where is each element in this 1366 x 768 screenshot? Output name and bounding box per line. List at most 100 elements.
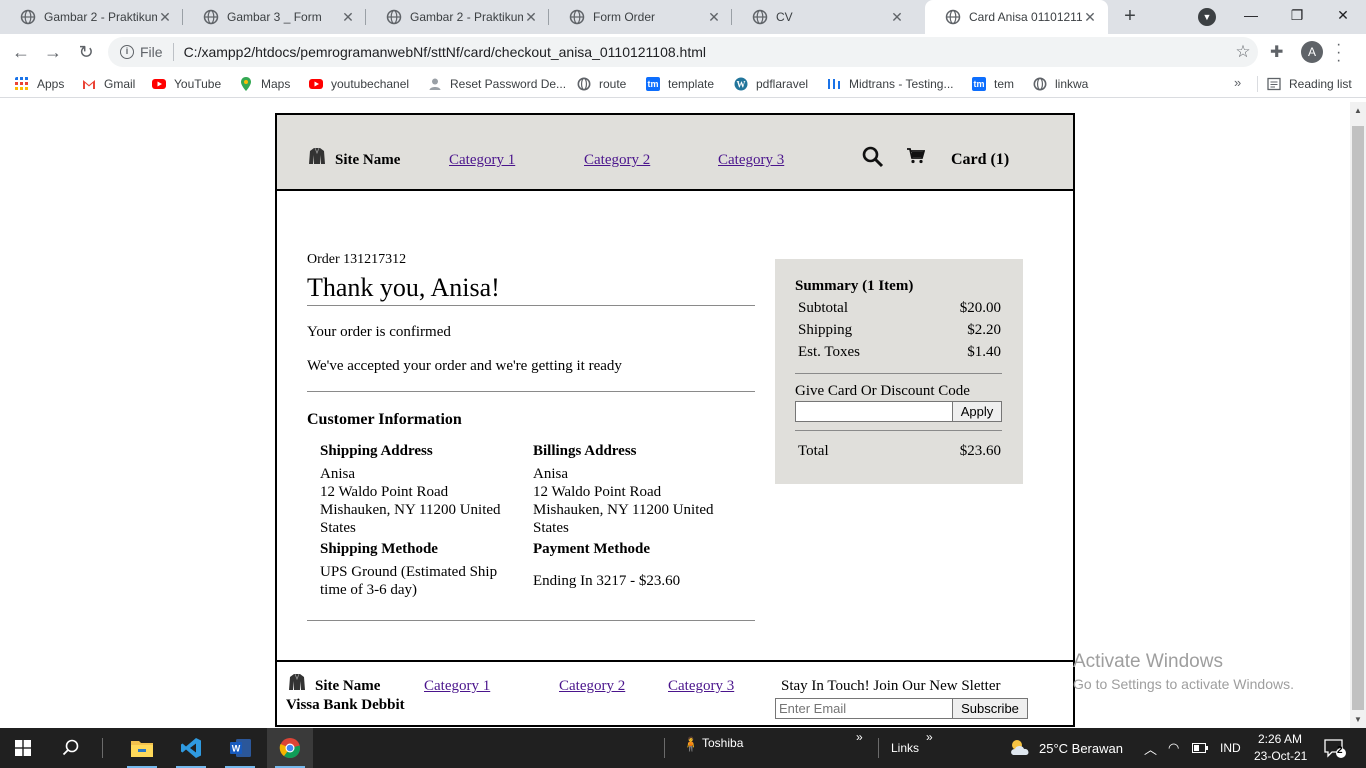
shipping-address-heading: Shipping Address bbox=[320, 443, 433, 459]
bookmark-label: route bbox=[599, 77, 627, 91]
close-icon[interactable]: ✕ bbox=[157, 9, 173, 26]
battery-icon[interactable] bbox=[1192, 743, 1208, 753]
chevron-up-icon[interactable]: ︿ bbox=[1144, 739, 1157, 758]
discount-code-input[interactable] bbox=[795, 401, 953, 422]
bookmark-template[interactable]: tm template bbox=[646, 75, 714, 93]
bookmark-midtrans[interactable]: Midtrans - Testing... bbox=[827, 75, 953, 93]
footer-link-category-2[interactable]: Category 2 bbox=[559, 678, 625, 695]
browser-tab[interactable]: Form Order ✕ bbox=[549, 0, 732, 34]
wifi-icon[interactable]: ◠ bbox=[1168, 740, 1179, 756]
taskbar-search-button[interactable] bbox=[48, 728, 94, 768]
globe-icon bbox=[945, 9, 961, 25]
bookmark-label: template bbox=[668, 77, 715, 91]
maps-pin-icon bbox=[241, 77, 251, 91]
bookmark-apps[interactable]: Apps bbox=[15, 75, 64, 93]
user-icon bbox=[429, 78, 441, 90]
bookmark-reset-password[interactable]: Reset Password De... bbox=[428, 75, 566, 93]
footer-link-category-1[interactable]: Category 1 bbox=[424, 678, 490, 695]
language-indicator[interactable]: IND bbox=[1220, 741, 1241, 755]
subscribe-button[interactable]: Subscribe bbox=[952, 698, 1028, 719]
taskbar-account-label[interactable]: Toshiba bbox=[702, 736, 743, 750]
back-arrow-icon[interactable]: ← bbox=[9, 40, 33, 64]
bookmark-label: YouTube bbox=[174, 77, 222, 91]
taskbar-vscode[interactable] bbox=[168, 728, 214, 768]
tab-title: Gambar 3 _ Form bbox=[227, 10, 322, 24]
midtrans-icon bbox=[828, 79, 840, 89]
bookmark-maps[interactable]: Maps bbox=[239, 75, 290, 93]
taskbar-file-explorer[interactable] bbox=[119, 728, 165, 768]
browser-tab[interactable]: Gambar 3 _ Form ✕ bbox=[183, 0, 366, 34]
apply-button[interactable]: Apply bbox=[952, 401, 1002, 422]
browser-tab[interactable]: CV ✕ bbox=[732, 0, 915, 34]
wordpress-icon: W bbox=[734, 77, 748, 91]
reading-list-label: Reading list bbox=[1289, 77, 1352, 91]
clock-date[interactable]: 23-Oct-21 bbox=[1254, 749, 1307, 763]
close-icon[interactable]: ✕ bbox=[523, 9, 539, 26]
clock-time[interactable]: 2:26 AM bbox=[1258, 732, 1302, 746]
kebab-menu-icon[interactable]: · · · bbox=[1336, 37, 1341, 69]
shipping-city: Mishauken, NY 11200 United States bbox=[320, 502, 501, 536]
nav-link-category-1[interactable]: Category 1 bbox=[449, 152, 515, 169]
close-icon[interactable]: ✕ bbox=[889, 9, 905, 26]
extensions-puzzle-icon[interactable]: ✚ bbox=[1270, 42, 1283, 62]
footer-link-category-3[interactable]: Category 3 bbox=[668, 678, 734, 695]
taskbar-links-label[interactable]: Links bbox=[891, 741, 919, 755]
word-icon: W bbox=[230, 739, 251, 757]
close-icon[interactable]: ✕ bbox=[1082, 9, 1098, 26]
windows-logo-icon bbox=[15, 740, 31, 756]
page-title: Thank you, Anisa! bbox=[307, 273, 500, 302]
bookmark-gmail[interactable]: Gmail bbox=[82, 75, 135, 93]
bookmark-tem[interactable]: tm tem bbox=[972, 75, 1014, 93]
scroll-up-icon[interactable]: ▲ bbox=[1354, 106, 1362, 115]
cart-count-label[interactable]: Card (1) bbox=[951, 151, 1009, 169]
bookmark-linkwa[interactable]: linkwa bbox=[1033, 75, 1088, 93]
jacket-logo-icon bbox=[289, 673, 305, 690]
weather-text[interactable]: 25°C Berawan bbox=[1039, 741, 1123, 756]
bookmark-youtube[interactable]: YouTube bbox=[152, 75, 221, 93]
cart-icon[interactable] bbox=[907, 148, 925, 164]
maximize-button[interactable]: ❐ bbox=[1274, 0, 1320, 30]
chevron-icon[interactable]: » bbox=[926, 730, 933, 744]
browser-tab[interactable]: Gambar 2 - Praktikum ✕ bbox=[0, 0, 183, 34]
footer-brand[interactable]: Site Name bbox=[315, 678, 380, 695]
bookmark-pdflaravel[interactable]: W pdflaravel bbox=[734, 75, 808, 93]
newsletter-email-input[interactable] bbox=[775, 698, 953, 719]
taskbar-word[interactable]: W bbox=[217, 728, 263, 768]
info-icon[interactable]: i bbox=[120, 45, 134, 59]
scroll-down-icon[interactable]: ▼ bbox=[1354, 715, 1362, 724]
chevron-icon[interactable]: » bbox=[856, 730, 863, 744]
site-brand[interactable]: Site Name bbox=[335, 152, 400, 169]
reload-icon[interactable]: ↻ bbox=[74, 40, 98, 64]
search-icon[interactable] bbox=[862, 146, 884, 168]
browser-tab-active[interactable]: Card Anisa 0110121108 ✕ bbox=[925, 0, 1108, 34]
browser-tab[interactable]: Gambar 2 - Praktikum ✕ bbox=[366, 0, 549, 34]
bookmark-label: Gmail bbox=[104, 77, 136, 91]
billing-street: 12 Waldo Point Road bbox=[533, 484, 662, 500]
bookmark-star-icon[interactable]: ☆ bbox=[1228, 42, 1258, 62]
tm-icon: tm bbox=[646, 77, 660, 91]
tab-search-icon[interactable]: ▼ bbox=[1198, 8, 1216, 26]
reading-list-button[interactable]: Reading list bbox=[1267, 75, 1352, 93]
nav-link-category-3[interactable]: Category 3 bbox=[718, 152, 784, 169]
chrome-icon bbox=[279, 738, 301, 759]
svg-text:W: W bbox=[232, 744, 241, 754]
taskbar-chrome[interactable] bbox=[267, 728, 313, 768]
profile-avatar[interactable]: A bbox=[1301, 41, 1323, 63]
close-icon[interactable]: ✕ bbox=[706, 9, 722, 26]
new-tab-button[interactable]: + bbox=[1118, 5, 1142, 29]
close-icon[interactable]: ✕ bbox=[340, 9, 356, 26]
minimize-button[interactable]: — bbox=[1228, 0, 1274, 30]
globe-icon bbox=[20, 9, 36, 25]
bookmark-youtubechanel[interactable]: youtubechanel bbox=[309, 75, 409, 93]
forward-arrow-icon[interactable]: → bbox=[41, 40, 65, 64]
close-window-button[interactable]: ✕ bbox=[1320, 0, 1366, 30]
page-scrollbar[interactable]: ▲ ▼ bbox=[1350, 102, 1366, 728]
bookmark-route[interactable]: route bbox=[577, 75, 626, 93]
bookmarks-overflow-icon[interactable]: » bbox=[1234, 75, 1241, 90]
address-bar[interactable]: i File C:/xampp2/htdocs/pemrogramanwebNf… bbox=[108, 37, 1258, 67]
scrollbar-thumb[interactable] bbox=[1352, 126, 1364, 710]
start-button[interactable] bbox=[0, 728, 46, 768]
billing-name: Anisa bbox=[533, 466, 568, 482]
nav-link-category-2[interactable]: Category 2 bbox=[584, 152, 650, 169]
url-text[interactable]: C:/xampp2/htdocs/pemrogramanwebNf/sttNf/… bbox=[184, 44, 1228, 60]
